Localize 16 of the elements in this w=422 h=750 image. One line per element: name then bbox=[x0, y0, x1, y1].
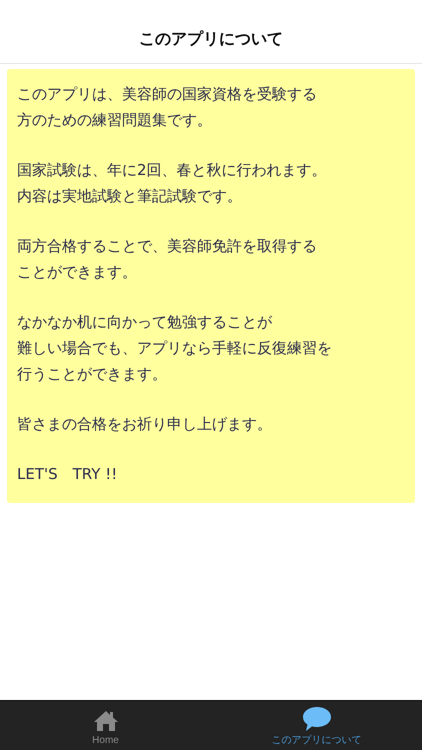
tab-item[interactable]: このアプリについて bbox=[211, 701, 422, 750]
info-text-line: 行うことができます。 bbox=[17, 364, 167, 385]
info-text-line: LET'S TRY !! bbox=[17, 464, 118, 485]
info-text-line: 両方合格することで、美容師免許を取得する bbox=[17, 236, 317, 257]
tab-item[interactable]: Home bbox=[0, 701, 211, 750]
header-title: このアプリについて bbox=[139, 28, 283, 50]
speech-bubble-icon bbox=[302, 706, 332, 732]
info-text-line: 皆さまの合格をお祈り申し上げます。 bbox=[17, 414, 272, 435]
info-text-line: 内容は実地試験と筆記試験です。 bbox=[17, 186, 242, 207]
info-text-line: このアプリは、美容師の国家資格を受験する bbox=[17, 84, 317, 105]
info-text-line: 難しい場合でも、アプリなら手軽に反復練習を bbox=[17, 338, 332, 359]
info-text-line: 国家試験は、年に2回、春と秋に行われます。 bbox=[17, 160, 327, 181]
home-icon bbox=[92, 710, 118, 732]
info-text-line: ことができます。 bbox=[17, 262, 137, 283]
info-text-line: 方のための練習問題集です。 bbox=[17, 110, 212, 131]
info-text-line: なかなか机に向かって勉強することが bbox=[17, 312, 272, 333]
